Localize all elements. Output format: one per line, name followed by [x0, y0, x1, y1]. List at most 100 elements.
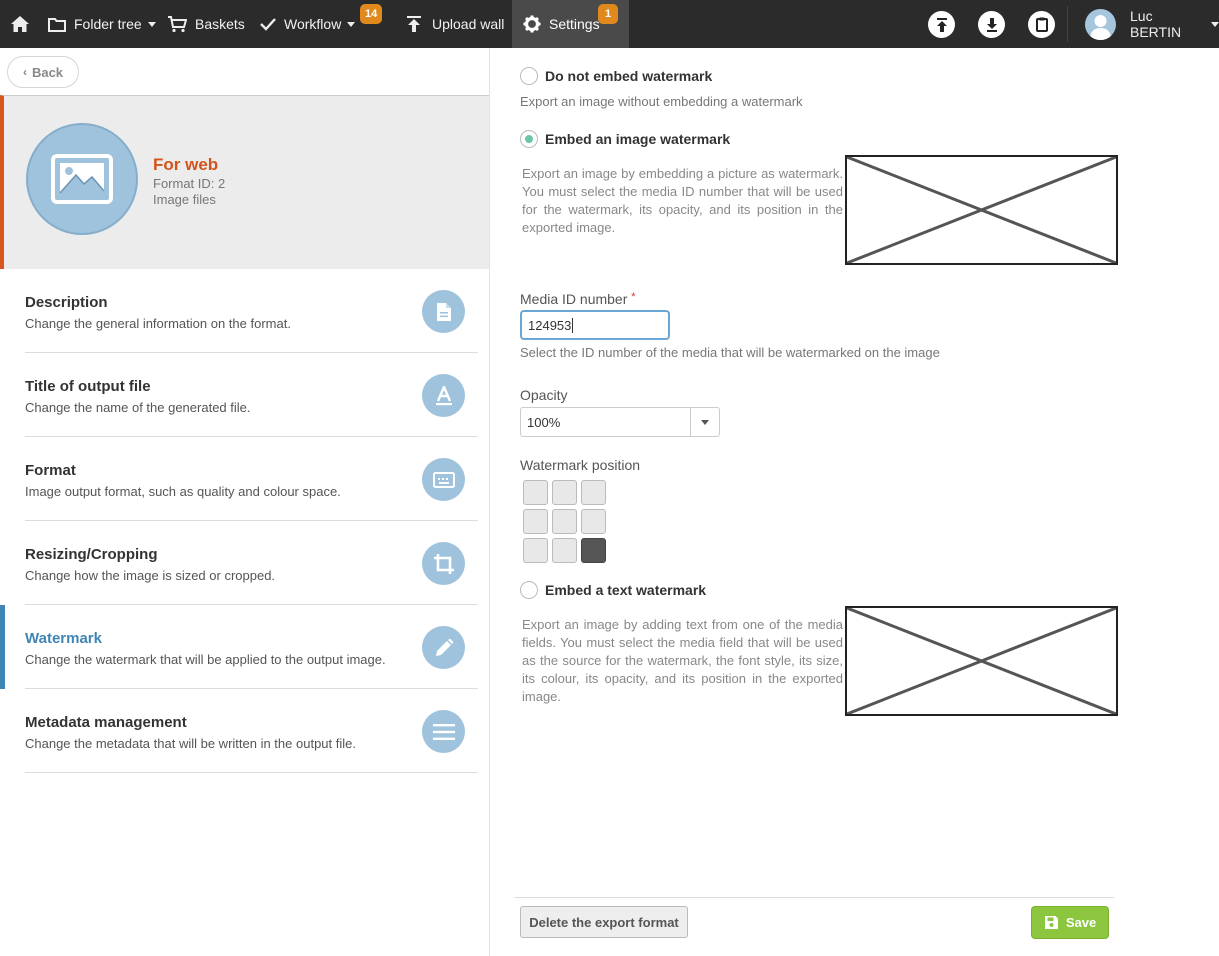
position-label: Watermark position [520, 457, 641, 473]
chevron-down-icon [701, 419, 709, 425]
radio-label: Embed a text watermark [545, 582, 707, 598]
nav-baskets[interactable]: Baskets [167, 0, 245, 48]
dropdown-toggle[interactable] [690, 408, 719, 436]
chevron-down-icon [1211, 21, 1219, 27]
sidebar: ‹ Back For web Format ID: 2 Image files … [0, 48, 490, 956]
sidebar-item-desc: Change the general information on the fo… [25, 316, 291, 331]
home-button[interactable] [10, 0, 30, 48]
sidebar-item-metadata-management[interactable]: Metadata management Change the metadata … [25, 689, 478, 773]
avatar[interactable] [1085, 9, 1116, 40]
sidebar-item-desc: Image output format, such as quality and… [25, 484, 341, 499]
position-bottom-right[interactable] [581, 538, 606, 563]
nav-upload-wall[interactable]: Upload wall [406, 0, 504, 48]
required-marker: * [631, 291, 636, 303]
sidebar-item-title: Description [25, 294, 108, 311]
media-id-label-text: Media ID number [520, 291, 628, 307]
clipboard-icon [1035, 17, 1048, 32]
download-icon [986, 17, 997, 32]
position-middle-left[interactable] [523, 509, 548, 534]
format-id: Format ID: 2 [153, 176, 226, 191]
position-top-right[interactable] [581, 480, 606, 505]
home-icon [11, 16, 29, 32]
chevron-left-icon: ‹ [22, 65, 27, 79]
back-button[interactable]: ‹ Back [7, 56, 79, 88]
sidebar-item-desc: Change the metadata that will be written… [25, 736, 356, 751]
help-text: Export an image by embedding a picture a… [522, 166, 843, 235]
user-icon [1090, 15, 1111, 40]
radio-button[interactable] [520, 67, 538, 85]
position-top-left[interactable] [523, 480, 548, 505]
sidebar-item-resizing-cropping[interactable]: Resizing/Cropping Change how the image i… [25, 521, 478, 605]
sidebar-item-desc: Change how the image is sized or cropped… [25, 568, 276, 583]
radio-text-watermark[interactable]: Embed a text watermark [520, 581, 706, 599]
sidebar-item-desc: Change the watermark that will be applie… [25, 652, 386, 667]
radio-no-watermark[interactable]: Do not embed watermark [520, 67, 712, 85]
user-name: Luc BERTIN [1130, 8, 1182, 40]
position-top-center[interactable] [552, 480, 577, 505]
list-icon [422, 710, 465, 753]
sidebar-item-watermark[interactable]: Watermark Change the watermark that will… [25, 605, 478, 689]
upload-icon [407, 16, 421, 32]
watermark-settings: Do not embed watermark Export an image w… [490, 48, 1219, 956]
radio-dot [525, 135, 533, 143]
workflow-badge: 14 [360, 4, 383, 24]
format-type: Image files [153, 192, 216, 207]
nav-folder-tree-label: Folder tree [74, 16, 142, 32]
sidebar-item-format[interactable]: Format Image output format, such as qual… [25, 437, 478, 521]
folder-icon [48, 17, 66, 32]
help-text: Export an image by adding text from one … [522, 617, 843, 704]
sidebar-item-title: Resizing/Cropping [25, 546, 158, 563]
back-label: Back [31, 64, 64, 80]
opacity-value: 100% [527, 414, 561, 430]
gear-icon [523, 15, 541, 33]
chevron-down-icon [347, 21, 356, 27]
radio-button[interactable] [520, 130, 538, 148]
image-icon [51, 154, 113, 204]
chevron-down-icon [147, 21, 156, 27]
active-indicator [0, 605, 5, 689]
user-menu[interactable]: Luc BERTIN [1130, 0, 1219, 48]
help-text: Select the ID number of the media that w… [520, 345, 940, 360]
settings-badge: 1 [598, 4, 618, 24]
save-button[interactable]: Save [1031, 906, 1109, 939]
position-bottom-center[interactable] [552, 538, 577, 563]
document-icon [422, 290, 465, 333]
footer-divider [514, 897, 1114, 898]
delete-format-button[interactable]: Delete the export format [520, 906, 688, 938]
text-cursor [572, 317, 574, 333]
checkmark-icon [260, 18, 276, 31]
nav-settings-label: Settings [549, 16, 600, 32]
nav-baskets-label: Baskets [195, 16, 245, 32]
radio-label: Do not embed watermark [545, 68, 713, 84]
pencil-icon [422, 626, 465, 669]
sidebar-item-title-of-output-file[interactable]: Title of output file Change the name of … [25, 353, 478, 437]
download-button[interactable] [978, 11, 1005, 38]
position-middle-right[interactable] [581, 509, 606, 534]
position-center[interactable] [552, 509, 577, 534]
opacity-label: Opacity [520, 387, 568, 403]
nav-folder-tree[interactable]: Folder tree [48, 0, 156, 48]
media-id-input[interactable]: 124953 [520, 310, 670, 340]
clipboard-button[interactable] [1028, 11, 1055, 38]
top-navigation-bar: Folder tree Baskets Workflow 14 Upload w… [0, 0, 1219, 48]
sidebar-item-title: Watermark [25, 630, 102, 647]
export-button[interactable] [928, 11, 955, 38]
crop-icon [422, 542, 465, 585]
format-title: For web [153, 155, 219, 174]
floppy-disk-icon [1044, 916, 1058, 929]
letter-a-icon [422, 374, 465, 417]
radio-image-watermark[interactable]: Embed an image watermark [520, 130, 730, 148]
format-avatar [26, 123, 138, 235]
radio-button[interactable] [520, 581, 538, 599]
sidebar-item-title: Title of output file [25, 378, 151, 395]
nav-workflow[interactable]: Workflow [260, 0, 356, 48]
help-text: Export an image without embedding a wate… [520, 94, 803, 109]
position-bottom-left[interactable] [523, 538, 548, 563]
media-id-label: Media ID number * [520, 291, 636, 307]
text-watermark-illustration [845, 606, 1118, 716]
save-label: Save [1065, 915, 1097, 930]
opacity-select[interactable]: 100% [520, 407, 720, 437]
sidebar-item-description[interactable]: Description Change the general informati… [25, 269, 478, 353]
sidebar-item-title: Metadata management [25, 714, 187, 731]
upload-arrow-icon [936, 17, 947, 32]
